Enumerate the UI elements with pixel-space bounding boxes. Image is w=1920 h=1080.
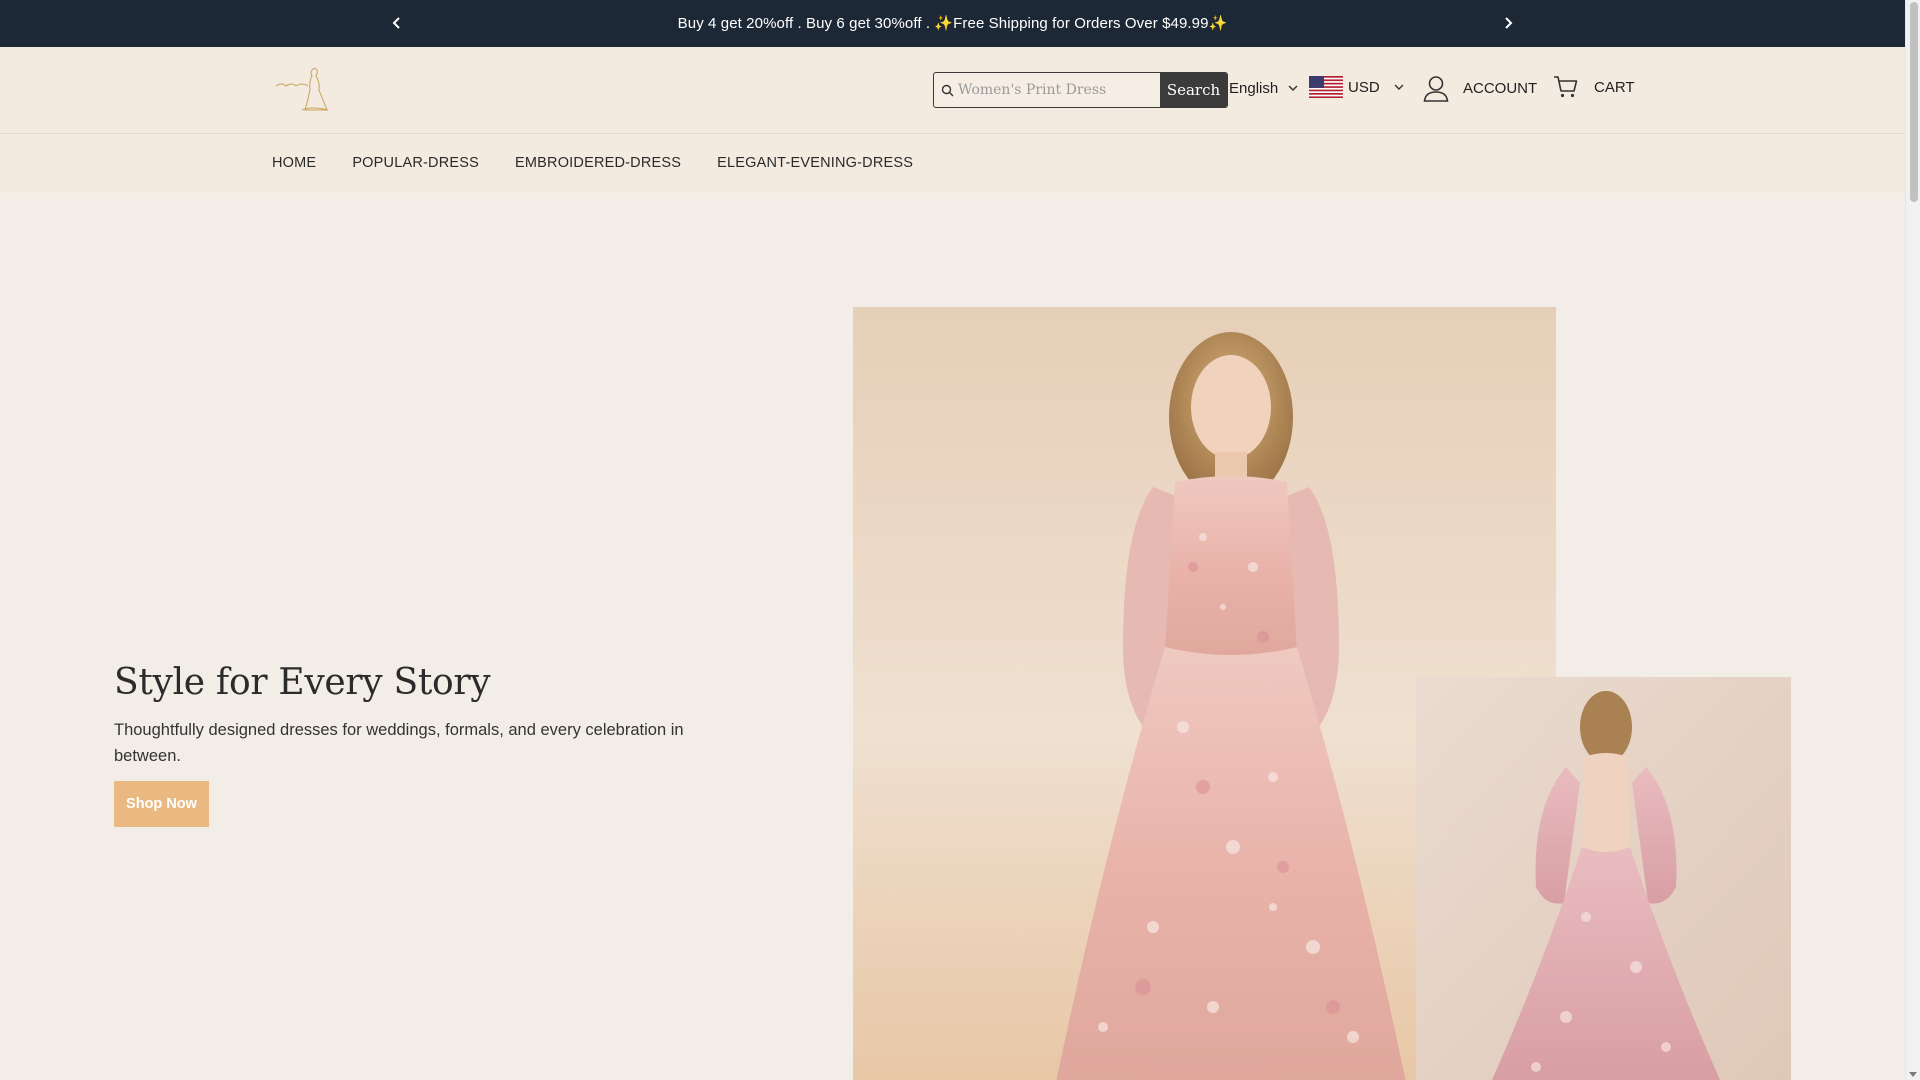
chevron-down-icon xyxy=(1288,85,1298,91)
language-label: English xyxy=(1229,80,1279,97)
search-icon xyxy=(934,73,956,107)
scroll-down-arrow-icon[interactable] xyxy=(1909,1072,1917,1077)
us-flag-icon xyxy=(1309,76,1343,98)
user-icon xyxy=(1423,76,1449,102)
nav-item-home[interactable]: HOME xyxy=(272,155,316,171)
announcement-bar: Buy 4 get 20%off . Buy 6 get 30%off . ✨F… xyxy=(0,0,1905,47)
account-link[interactable]: ACCOUNT xyxy=(1423,75,1537,102)
nav-item-embroidered-dress[interactable]: EMBROIDERED-DRESS xyxy=(515,155,681,171)
announcement-next-button[interactable] xyxy=(1497,12,1519,34)
nav-item-popular-dress[interactable]: POPULAR-DRESS xyxy=(352,155,479,171)
site-header: Search English USD ACCOUNT CART xyxy=(0,47,1905,134)
announcement-message: Buy 4 get 20%off . Buy 6 get 30%off . ✨F… xyxy=(677,15,1228,32)
account-label: ACCOUNT xyxy=(1463,80,1538,97)
search-input[interactable] xyxy=(956,73,1160,107)
cart-link[interactable]: CART xyxy=(1553,75,1635,99)
cart-icon xyxy=(1554,76,1578,98)
hero-subtitle: Thoughtfully designed dresses for weddin… xyxy=(114,721,684,765)
chevron-right-icon xyxy=(1505,17,1513,29)
chevron-down-icon xyxy=(1394,84,1404,90)
nav-item-elegant-evening-dress[interactable]: ELEGANT-EVENING-DRESS xyxy=(717,155,913,171)
main-nav: HOME POPULAR-DRESS EMBROIDERED-DRESS ELE… xyxy=(0,134,1905,193)
currency-selector[interactable]: USD xyxy=(1309,76,1404,98)
hero-title: Style for Every Story xyxy=(114,662,491,703)
search-button[interactable]: Search xyxy=(1160,73,1227,107)
page-scrollbar[interactable] xyxy=(1905,0,1920,1080)
search-form: Search xyxy=(933,72,1228,108)
cart-label: CART xyxy=(1594,78,1635,96)
currency-label: USD xyxy=(1348,78,1380,96)
bride-silhouette-logo xyxy=(275,68,329,111)
shop-now-button[interactable]: Shop Now xyxy=(114,781,209,827)
site-logo[interactable] xyxy=(272,64,334,112)
scrollbar-thumb[interactable] xyxy=(1910,2,1918,202)
hero-image-back xyxy=(1416,677,1791,1080)
language-selector[interactable]: English xyxy=(1229,80,1298,97)
